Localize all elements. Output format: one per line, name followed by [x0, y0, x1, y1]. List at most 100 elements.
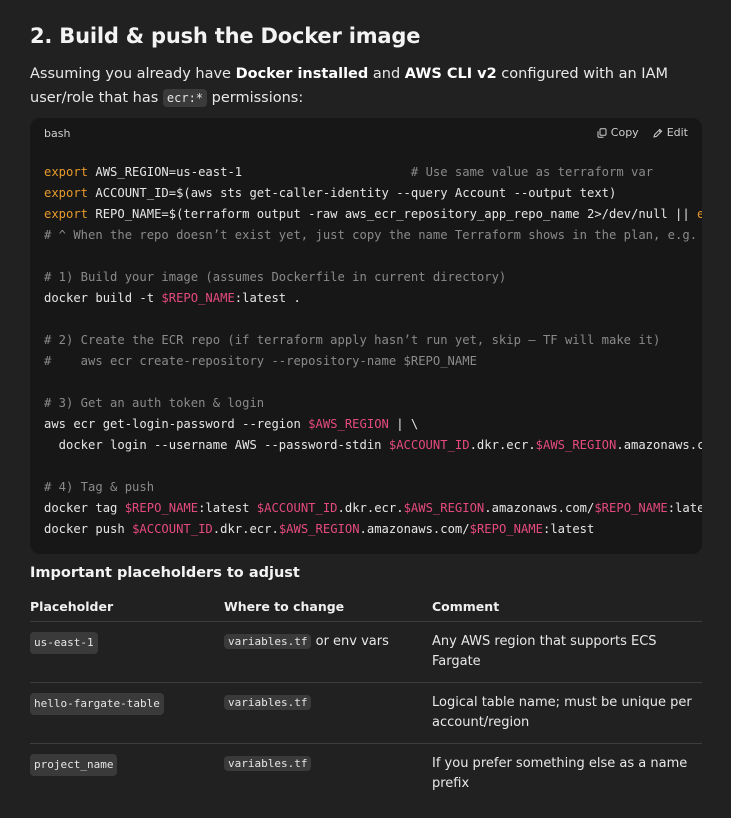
code-line: export REPO_NAME=$(terraform output -raw… — [44, 204, 702, 225]
code-token: :latest — [198, 501, 257, 515]
code-token: docker build -t — [44, 291, 162, 305]
code-line: docker tag $REPO_NAME:latest $ACCOUNT_ID… — [44, 498, 702, 519]
code-line: # ^ When the repo doesn’t exist yet, jus… — [44, 225, 702, 246]
table-row: hello-fargate-table variables.tf Logical… — [30, 683, 702, 744]
code-token: export — [44, 165, 89, 179]
column-header-where: Where to change — [224, 599, 345, 614]
code-token: # 2) Create the ECR repo (if terraform a… — [44, 333, 661, 347]
comment-cell: If you prefer something else as a name p… — [432, 756, 688, 791]
code-token: $AWS_REGION — [278, 522, 360, 536]
code-token: docker push — [44, 522, 133, 536]
code-token: $REPO_NAME — [124, 501, 199, 515]
code-token: .dkr.ecr. — [212, 522, 279, 536]
placeholder-cell: us-east-1 — [30, 632, 224, 672]
comment-cell: Any AWS region that supports ECS Fargate — [432, 634, 657, 669]
inline-code-permission: ecr:* — [162, 89, 208, 107]
code-token: :latest — [542, 522, 595, 536]
code-token: # Use same value as terraform var — [410, 165, 654, 179]
code-token: :late — [667, 501, 702, 515]
code-line: # aws ecr create-repository --repository… — [44, 351, 702, 372]
placeholder-cell: hello-fargate-table — [30, 693, 224, 733]
code-line: docker push $ACCOUNT_ID.dkr.ecr.$AWS_REG… — [44, 519, 702, 540]
code-block: bash Copy Edit export AWS_REGION=us-east… — [30, 118, 702, 554]
code-token: $AWS_REGION — [308, 417, 389, 431]
table-row: project_name variables.tf If you prefer … — [30, 744, 702, 818]
code-line: # 2) Create the ECR repo (if terraform a… — [44, 330, 702, 351]
placeholders-table: Placeholder Where to change Comment us-e… — [30, 592, 702, 818]
table-header-row: Placeholder Where to change Comment — [30, 592, 702, 622]
code-token: .amazonaws.com/ — [484, 501, 595, 515]
where-cell: variables.tf or env vars — [224, 632, 432, 672]
placeholder-code: hello-fargate-table — [30, 693, 164, 715]
code-token: :latest . — [234, 291, 301, 305]
column-header-comment: Comment — [432, 599, 500, 614]
code-token: ACCOUNT_ID=$(aws sts get-caller-identity… — [88, 186, 617, 200]
placeholder-code: project_name — [30, 754, 118, 776]
where-code: variables.tf — [224, 634, 312, 649]
code-token: .dkr.ecr. — [337, 501, 404, 515]
where-cell: variables.tf — [224, 693, 432, 733]
code-token: # 4) Tag & push — [44, 480, 155, 494]
placeholder-code: us-east-1 — [30, 632, 98, 654]
code-token: $REPO_NAME — [594, 501, 668, 515]
code-token: $AWS_REGION — [403, 501, 485, 515]
code-token: docker login --username AWS --password-s… — [44, 438, 389, 452]
code-token: # 1) Build your image (assumes Dockerfil… — [44, 270, 507, 284]
code-token: $REPO_NAME — [469, 522, 543, 536]
code-token: $REPO_NAME — [161, 291, 235, 305]
code-token: $AWS_REGION — [535, 438, 617, 452]
code-line: export AWS_REGION=us-east-1 # Use same v… — [44, 162, 702, 183]
intro-bold-docker: Docker installed — [235, 66, 369, 82]
edit-label: Edit — [666, 126, 688, 139]
table-row: us-east-1 variables.tf or env vars Any A… — [30, 622, 702, 683]
code-token: aws ecr get-login-password --region — [44, 417, 309, 431]
code-line: aws ecr get-login-password --region $AWS… — [44, 414, 702, 435]
intro-bold-awscli: AWS CLI v2 — [404, 66, 497, 82]
code-token: docker tag — [44, 501, 125, 515]
code-block-header: bash Copy Edit — [30, 118, 702, 148]
code-token: | \ — [388, 417, 419, 431]
code-line: # 3) Get an auth token & login — [44, 393, 702, 414]
code-language-label: bash — [44, 127, 71, 140]
code-line: docker login --username AWS --password-s… — [44, 435, 702, 456]
code-token: .dkr.ecr. — [469, 438, 536, 452]
column-header-placeholder: Placeholder — [30, 599, 114, 614]
code-token: $ACCOUNT_ID — [256, 501, 338, 515]
intro-text-2: and — [368, 66, 405, 82]
where-text: or env vars — [311, 634, 389, 649]
comment-cell: Logical table name; must be unique per a… — [432, 695, 692, 730]
code-token: # ^ When the repo doesn’t exist yet, jus… — [44, 228, 698, 242]
code-token: REPO_NAME=$(terraform output -raw aws_ec… — [88, 207, 698, 221]
copy-label: Copy — [610, 126, 639, 139]
code-line: export ACCOUNT_ID=$(aws sts get-caller-i… — [44, 183, 702, 204]
code-line: # 4) Tag & push — [44, 477, 702, 498]
code-line: # 1) Build your image (assumes Dockerfil… — [44, 267, 702, 288]
intro-text-4: permissions: — [207, 90, 304, 106]
copy-button[interactable]: Copy — [597, 126, 639, 139]
section-heading: 2. Build & push the Docker image — [30, 24, 421, 48]
code-actions: Copy Edit — [597, 126, 688, 139]
where-code: variables.tf — [224, 756, 312, 771]
code-content: export AWS_REGION=us-east-1 # Use same v… — [44, 162, 702, 540]
code-line: docker build -t $REPO_NAME:latest . — [44, 288, 702, 309]
code-token: export — [44, 186, 89, 200]
intro-paragraph: Assuming you already have Docker install… — [30, 62, 710, 110]
code-token: .amazonaws.c — [616, 438, 702, 452]
where-code: variables.tf — [224, 695, 312, 710]
intro-text-1: Assuming you already have — [30, 66, 236, 82]
code-token: # aws ecr create-repository --repository… — [44, 354, 477, 368]
code-token: e — [697, 207, 702, 221]
code-token: AWS_REGION=us-east-1 — [88, 165, 411, 179]
placeholders-heading: Important placeholders to adjust — [30, 565, 300, 581]
pencil-icon — [653, 128, 662, 138]
code-token: $ACCOUNT_ID — [388, 438, 470, 452]
copy-icon — [597, 127, 607, 138]
edit-button[interactable]: Edit — [653, 126, 688, 139]
code-token: # 3) Get an auth token & login — [44, 396, 265, 410]
where-cell: variables.tf — [224, 754, 432, 794]
code-token: export — [44, 207, 89, 221]
